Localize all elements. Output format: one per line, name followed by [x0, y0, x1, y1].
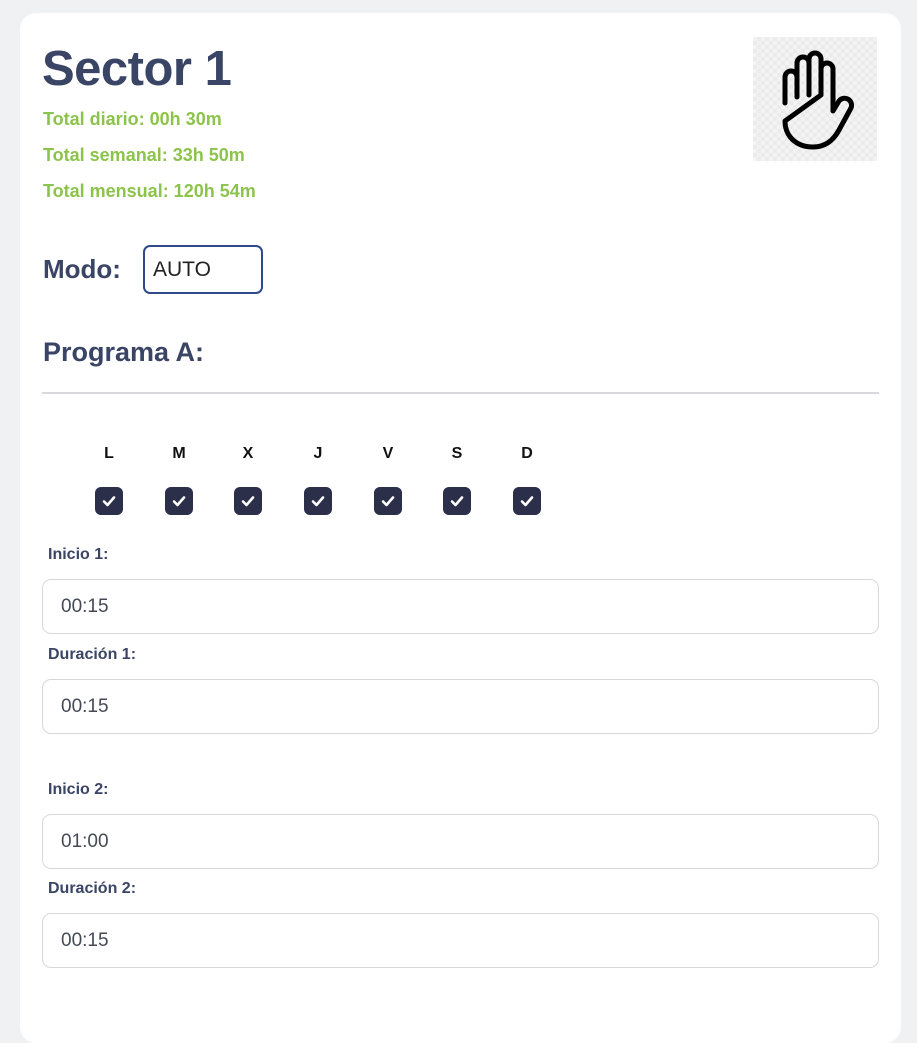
day-monday: L — [95, 443, 123, 515]
day-friday: V — [374, 443, 402, 515]
day-label: J — [313, 445, 323, 462]
total-weekly: Total semanal: 33h 50m — [43, 145, 245, 165]
duration-1-label: Duración 1: — [48, 646, 137, 663]
day-tuesday: M — [165, 443, 193, 515]
day-label: V — [382, 445, 394, 462]
program-title: Programa A: — [43, 337, 205, 367]
day-label: S — [451, 445, 463, 462]
checkmark-icon — [241, 496, 255, 507]
checkmark-icon — [311, 496, 325, 507]
checkmark-icon — [381, 496, 395, 507]
checkmark-icon — [520, 496, 534, 507]
duration-1-input[interactable]: 00:15 — [42, 679, 879, 734]
hand-stop-icon — [782, 50, 855, 150]
total-daily: Total diario: 00h 30m — [43, 109, 222, 129]
day-label: X — [242, 445, 254, 462]
mode-label: Modo: — [43, 254, 121, 284]
day-checkbox-saturday[interactable] — [443, 487, 471, 515]
checkmark-icon — [450, 496, 464, 507]
start-1-input[interactable]: 00:15 — [42, 579, 879, 634]
checkmark-icon — [172, 496, 186, 507]
duration-2-label: Duración 2: — [48, 880, 137, 897]
mode-select[interactable]: AUTO — [143, 245, 263, 294]
day-sunday: D — [513, 443, 541, 515]
sector-title: Sector 1 — [42, 42, 232, 96]
day-checkbox-wednesday[interactable] — [234, 487, 262, 515]
day-checkbox-sunday[interactable] — [513, 487, 541, 515]
day-checkbox-friday[interactable] — [374, 487, 402, 515]
day-label: M — [172, 445, 186, 462]
day-checkbox-monday[interactable] — [95, 487, 123, 515]
sector-card: Sector 1 Total diario: 00h 30m Total sem… — [20, 13, 901, 1043]
divider — [42, 392, 879, 394]
day-checkbox-tuesday[interactable] — [165, 487, 193, 515]
day-wednesday: X — [234, 443, 262, 515]
start-1-label: Inicio 1: — [48, 546, 109, 563]
day-label: D — [521, 445, 533, 462]
day-thursday: J — [304, 443, 332, 515]
day-label: L — [104, 445, 114, 462]
day-checkbox-thursday[interactable] — [304, 487, 332, 515]
hand-stop-button[interactable] — [753, 37, 877, 161]
start-2-label: Inicio 2: — [48, 781, 109, 798]
duration-2-input[interactable]: 00:15 — [42, 913, 879, 968]
day-saturday: S — [443, 443, 471, 515]
total-monthly: Total mensual: 120h 54m — [43, 181, 256, 201]
checkmark-icon — [102, 496, 116, 507]
start-2-input[interactable]: 01:00 — [42, 814, 879, 869]
